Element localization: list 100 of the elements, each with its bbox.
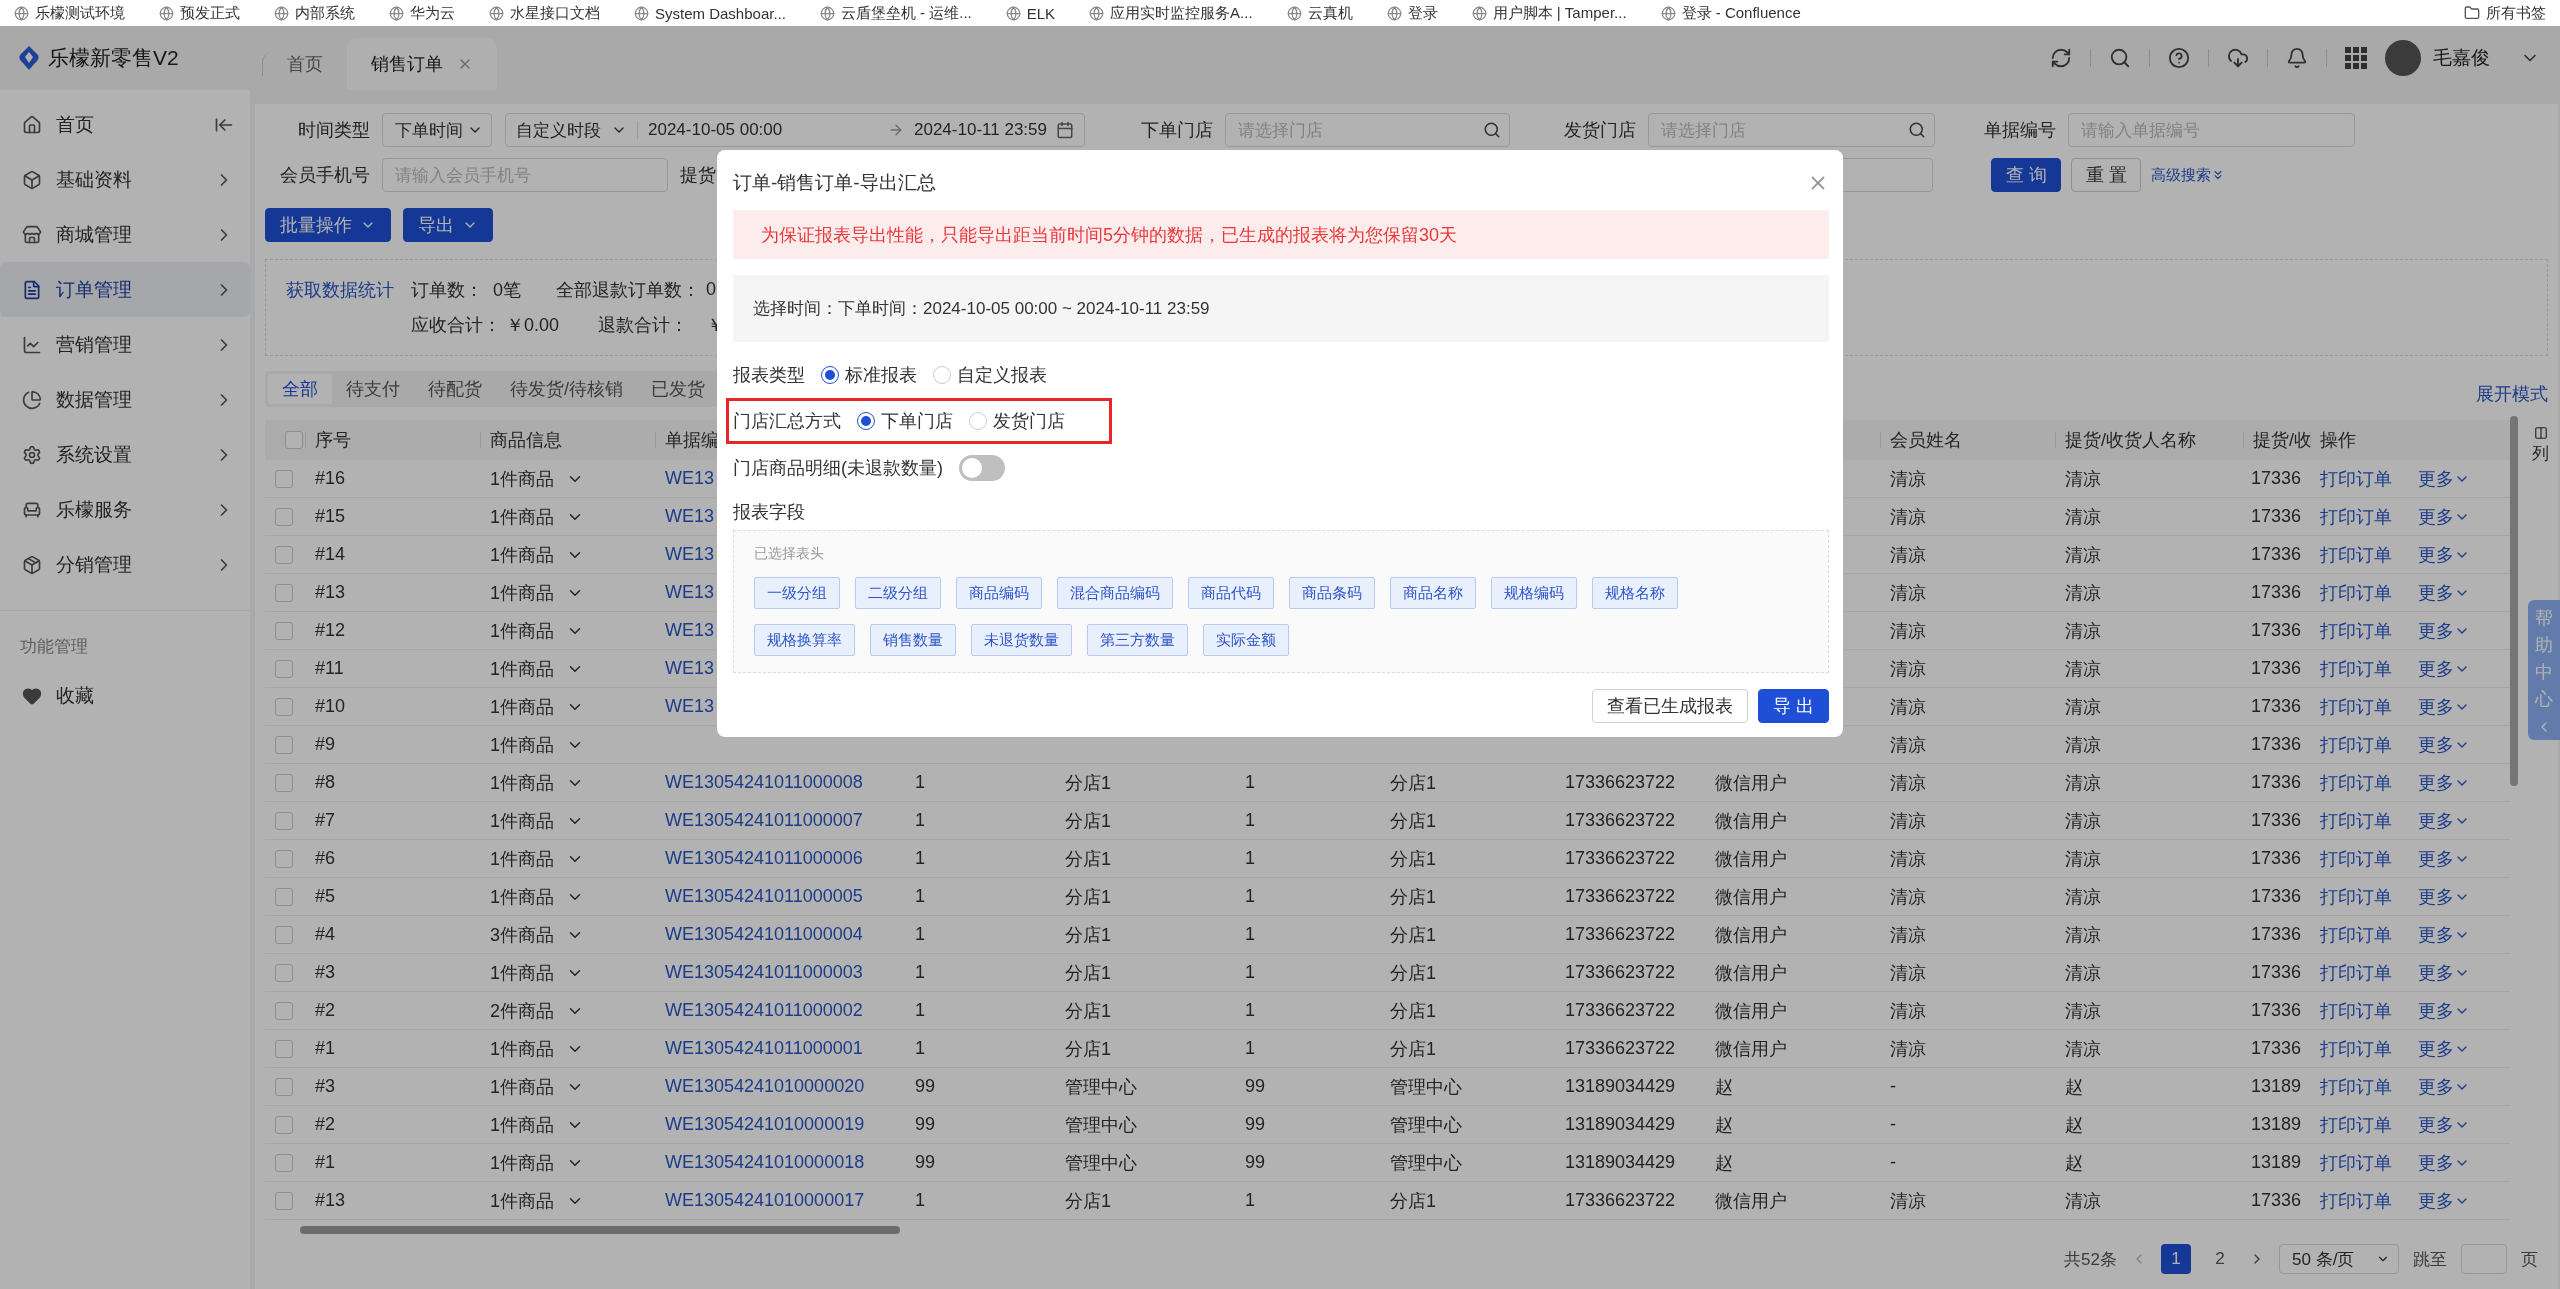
advanced-search-link[interactable]: 高级搜索	[2151, 165, 2225, 185]
sidebar-item[interactable]: 商城管理	[0, 207, 250, 262]
field-tag[interactable]: 一级分组	[754, 577, 840, 609]
field-tag[interactable]: 规格编码	[1491, 577, 1577, 609]
order-number-link[interactable]: WE13054241011000005	[665, 886, 863, 907]
page-size-select[interactable]: 50 条/页	[2279, 1244, 2399, 1274]
print-order-link[interactable]: 打印订单	[2320, 580, 2392, 605]
field-tag[interactable]: 规格换算率	[754, 624, 855, 656]
date-range-field[interactable]: 自定义时段 2024-10-05 00:00 2024-10-11 23:59	[505, 113, 1085, 147]
checkbox[interactable]	[275, 583, 293, 602]
field-tag[interactable]: 商品名称	[1390, 577, 1476, 609]
bookmark-link[interactable]: 华为云	[389, 3, 455, 23]
checkbox[interactable]	[275, 963, 293, 982]
checkbox[interactable]	[275, 773, 293, 792]
checkbox[interactable]	[275, 697, 293, 716]
order-number-link[interactable]: WE13	[665, 506, 715, 527]
order-number-link[interactable]: WE13054241010000020	[665, 1076, 865, 1097]
print-order-link[interactable]: 打印订单	[2320, 1112, 2392, 1137]
order-number-link[interactable]: WE13054241011000001	[665, 1038, 863, 1059]
sidebar-item[interactable]: 分销管理	[0, 537, 250, 592]
more-link[interactable]: 更多	[2418, 1112, 2470, 1137]
print-order-link[interactable]: 打印订单	[2320, 808, 2392, 833]
order-number-link[interactable]: WE13	[665, 658, 715, 679]
checkbox[interactable]	[275, 1115, 293, 1134]
bookmark-link[interactable]: System Dashboar...	[634, 4, 786, 22]
order-number-link[interactable]: WE13054241010000019	[665, 1114, 865, 1135]
radio-option[interactable]: 下单门店	[857, 409, 953, 433]
status-tab[interactable]: 已发货	[637, 374, 719, 404]
bookmark-link[interactable]: 云真机	[1286, 3, 1353, 23]
more-link[interactable]: 更多	[2418, 808, 2470, 833]
order-number-link[interactable]: WE13054241011000003	[665, 962, 863, 983]
status-tab[interactable]: 待支付	[332, 374, 414, 404]
fetch-stats-link[interactable]: 获取数据统计	[286, 277, 411, 302]
bookmark-link[interactable]: 预发正式	[159, 3, 240, 23]
print-order-link[interactable]: 打印订单	[2320, 1188, 2392, 1213]
sidebar-item[interactable]: 系统设置	[0, 427, 250, 482]
field-tag[interactable]: 商品代码	[1188, 577, 1274, 609]
cloud-download-icon[interactable]	[2227, 47, 2249, 69]
bookmark-link[interactable]: 云盾堡垒机 - 运维...	[819, 3, 972, 23]
checkbox[interactable]	[275, 659, 293, 678]
column-settings-button[interactable]: 列	[2518, 420, 2549, 465]
bookmark-link[interactable]: 应用实时监控服务A...	[1089, 3, 1253, 23]
bookmark-link[interactable]: 内部系统	[274, 3, 355, 23]
order-number-link[interactable]: WE13	[665, 544, 715, 565]
bookmark-link[interactable]: 登录 - Confluence	[1660, 3, 1801, 23]
more-link[interactable]: 更多	[2418, 1188, 2470, 1213]
status-tab[interactable]: 待配货	[414, 374, 496, 404]
order-number-link[interactable]: WE13	[665, 696, 715, 717]
page-link[interactable]: 2	[2205, 1244, 2235, 1274]
print-order-link[interactable]: 打印订单	[2320, 1074, 2392, 1099]
print-order-link[interactable]: 打印订单	[2320, 542, 2392, 567]
sidebar-item[interactable]: 数据管理	[0, 372, 250, 427]
print-order-link[interactable]: 打印订单	[2320, 1150, 2392, 1175]
sidebar-item[interactable]: 营销管理	[0, 317, 250, 372]
expand-mode-link[interactable]: 展开模式	[2476, 382, 2548, 406]
bookmark-link[interactable]: ELK	[1005, 4, 1056, 22]
page-link[interactable]: 1	[2161, 1244, 2191, 1274]
sidebar-item[interactable]: 订单管理	[0, 262, 250, 317]
checkbox[interactable]	[275, 849, 293, 868]
checkbox[interactable]	[275, 1039, 293, 1058]
field-tag[interactable]: 混合商品编码	[1057, 577, 1173, 609]
field-tag[interactable]: 第三方数量	[1087, 624, 1188, 656]
print-order-link[interactable]: 打印订单	[2320, 466, 2392, 491]
order-number-link[interactable]: WE13054241011000006	[665, 848, 863, 869]
vertical-scrollbar[interactable]	[2510, 416, 2518, 786]
radio-option[interactable]: 发货门店	[969, 409, 1065, 433]
checkbox[interactable]	[285, 431, 303, 449]
sidebar-item[interactable]: 收藏	[0, 668, 250, 723]
order-number-link[interactable]: WE13054241010000018	[665, 1152, 865, 1173]
more-link[interactable]: 更多	[2418, 1036, 2470, 1061]
time-type-select[interactable]: 下单时间	[382, 113, 492, 147]
more-link[interactable]: 更多	[2418, 960, 2470, 985]
field-tag[interactable]: 商品编码	[956, 577, 1042, 609]
checkbox[interactable]	[275, 887, 293, 906]
checkbox[interactable]	[275, 735, 293, 754]
field-tag[interactable]: 未退货数量	[971, 624, 1072, 656]
reset-button[interactable]: 重 置	[2071, 158, 2141, 192]
more-link[interactable]: 更多	[2418, 846, 2470, 871]
refresh-icon[interactable]	[2050, 47, 2072, 69]
more-link[interactable]: 更多	[2418, 618, 2470, 643]
print-order-link[interactable]: 打印订单	[2320, 618, 2392, 643]
toggle-switch[interactable]	[959, 455, 1005, 481]
field-tag[interactable]: 规格名称	[1592, 577, 1678, 609]
status-tab[interactable]: 待发货/待核销	[496, 374, 637, 404]
sidebar-item[interactable]: 首页	[0, 97, 250, 152]
more-link[interactable]: 更多	[2418, 998, 2470, 1023]
checkbox[interactable]	[275, 925, 293, 944]
print-order-link[interactable]: 打印订单	[2320, 998, 2392, 1023]
more-link[interactable]: 更多	[2418, 1074, 2470, 1099]
query-button[interactable]: 查 询	[1991, 158, 2061, 192]
page-input-field[interactable]	[2461, 1244, 2507, 1274]
order-number-link[interactable]: WE13054241010000017	[665, 1190, 865, 1211]
field-tag[interactable]: 二级分组	[855, 577, 941, 609]
search-icon[interactable]	[2109, 47, 2131, 69]
more-link[interactable]: 更多	[2418, 884, 2470, 909]
order-number-link[interactable]: WE13054241011000002	[665, 1000, 863, 1021]
more-link[interactable]: 更多	[2418, 466, 2470, 491]
all-bookmarks-link[interactable]: 所有书签	[2464, 3, 2546, 23]
more-link[interactable]: 更多	[2418, 732, 2470, 757]
radio-option[interactable]: 自定义报表	[933, 363, 1047, 387]
